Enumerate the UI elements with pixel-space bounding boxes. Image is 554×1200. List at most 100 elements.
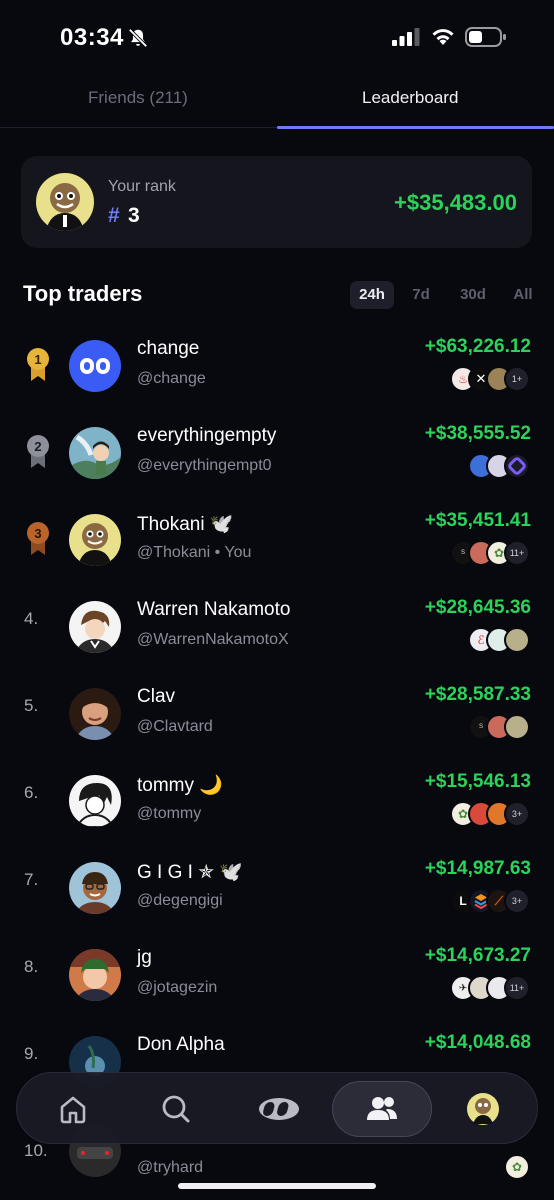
your-rank-number: 3 xyxy=(128,204,140,227)
rank-number: 5. xyxy=(24,696,39,715)
profile-avatar xyxy=(467,1093,499,1125)
token-icon xyxy=(504,453,530,479)
logo-icon xyxy=(259,1098,299,1120)
trader-handle: @tommy xyxy=(137,805,202,822)
token-stack: 11+ ✿ S xyxy=(450,540,530,568)
status-time: 03:34 xyxy=(60,24,124,51)
nav-search[interactable] xyxy=(130,1081,222,1137)
token-icon xyxy=(504,714,530,740)
trader-handle: @degengigi xyxy=(137,892,223,909)
tab-leaderboard[interactable]: Leaderboard xyxy=(362,88,458,108)
token-stack: ℰ xyxy=(468,627,530,655)
trader-name: Warren Nakamoto xyxy=(137,599,291,620)
time-filter: 24h 7d 30d All xyxy=(0,281,554,309)
your-rank-label: Your rank xyxy=(108,178,176,195)
tab-bar: Friends (211) Leaderboard xyxy=(0,76,554,129)
more-tokens-count: 3+ xyxy=(504,888,530,914)
filter-7d[interactable]: 7d xyxy=(406,281,436,309)
token-stack: S xyxy=(468,714,530,742)
trader-handle: @everythingempt0 xyxy=(137,457,272,474)
trader-handle: @tryhard xyxy=(137,1159,204,1176)
rank-number: 7. xyxy=(24,870,39,889)
silver-medal-icon: 2 xyxy=(27,435,49,468)
trader-pnl: +$28,587.33 xyxy=(424,684,531,705)
token-stack: 3+ ⟋ L xyxy=(450,888,530,916)
trader-handle: @jotagezin xyxy=(137,979,218,996)
gold-medal-icon: 1 xyxy=(27,348,49,381)
filter-30d[interactable]: 30d xyxy=(453,281,493,309)
your-avatar xyxy=(36,173,94,231)
trader-avatar xyxy=(69,688,121,740)
home-icon xyxy=(60,1096,86,1124)
trader-handle: @Clavtard xyxy=(137,718,213,735)
cellular-signal-icon xyxy=(392,28,420,46)
token-stack: 3+ ✿ xyxy=(450,801,530,829)
nav-home[interactable] xyxy=(27,1081,119,1137)
trader-pnl: +$35,451.41 xyxy=(424,510,531,531)
svg-text:1: 1 xyxy=(34,352,41,367)
rank-number: 10. xyxy=(24,1141,48,1160)
trader-pnl: +$14,673.27 xyxy=(424,945,531,966)
trader-name: tommy 🌙 xyxy=(137,775,223,796)
more-tokens-count: 11+ xyxy=(504,975,530,1001)
token-icon xyxy=(504,627,530,653)
bottom-nav-bar xyxy=(16,1072,538,1144)
trader-name: G I G I ✯ 🕊️ xyxy=(137,862,244,883)
token-stack xyxy=(468,453,530,481)
trader-row[interactable]: 3 Thokani 🕊️ @Thokani • You +$35,451.41 … xyxy=(0,494,554,581)
rank-number: 4. xyxy=(24,609,39,628)
trader-avatar xyxy=(69,340,121,392)
trader-pnl: +$14,987.63 xyxy=(424,858,531,879)
token-icon: ✿ xyxy=(504,1154,530,1180)
trader-name: everythingempty xyxy=(137,425,277,446)
filter-all[interactable]: All xyxy=(508,281,538,309)
trader-avatar xyxy=(69,862,121,914)
token-stack: ✿ xyxy=(504,1154,530,1182)
bronze-medal-icon: 3 xyxy=(27,522,49,555)
trader-pnl: +$28,645.36 xyxy=(424,597,531,618)
tab-friends[interactable]: Friends (211) xyxy=(88,88,188,108)
filter-24h[interactable]: 24h xyxy=(350,281,394,309)
trader-pnl: +$38,555.52 xyxy=(424,423,531,444)
trader-row[interactable]: 2 everythingempty @everythingempt0 +$38,… xyxy=(0,407,554,494)
trader-name: jg xyxy=(137,947,152,968)
rank-number: 9. xyxy=(24,1044,39,1063)
trader-row[interactable]: 7. G I G I ✯ 🕊️ @degengigi +$14,987.63 3… xyxy=(0,842,554,929)
friends-icon xyxy=(367,1097,397,1120)
bell-slash-icon xyxy=(128,28,148,48)
trader-avatar xyxy=(69,949,121,1001)
more-tokens-count: 3+ xyxy=(504,801,530,827)
svg-text:3: 3 xyxy=(34,526,41,541)
status-bar: 03:34 xyxy=(0,0,554,76)
trader-row[interactable]: 6. tommy 🌙 @tommy +$15,546.13 3+ ✿ xyxy=(0,755,554,842)
trader-name: Thokani 🕊️ xyxy=(137,514,234,535)
trader-pnl: +$14,048.68 xyxy=(424,1032,531,1053)
trader-avatar xyxy=(69,514,121,566)
wifi-icon xyxy=(432,29,454,45)
trader-handle: @WarrenNakamotoX xyxy=(137,631,289,648)
battery-icon xyxy=(465,27,506,47)
nav-friends[interactable] xyxy=(332,1081,432,1137)
trader-handle: @change xyxy=(137,370,206,387)
trader-row[interactable]: 5. Clav @Clavtard +$28,587.33 S xyxy=(0,668,554,755)
trader-name: change xyxy=(137,338,200,359)
trader-pnl: +$15,546.13 xyxy=(424,771,531,792)
trader-row[interactable]: 1 change @change +$63,226.12 1+ ✕ ♨ xyxy=(0,320,554,407)
more-tokens-count: 11+ xyxy=(504,540,530,566)
rank-hash-symbol: # xyxy=(108,204,120,227)
trader-row[interactable]: 4. Warren Nakamoto @WarrenNakamotoX +$28… xyxy=(0,581,554,668)
your-rank-card[interactable]: Your rank # 3 +$35,483.00 xyxy=(21,156,532,248)
rank-number: 6. xyxy=(24,783,39,802)
svg-text:2: 2 xyxy=(34,439,41,454)
trader-name: Clav xyxy=(137,686,176,707)
nav-app-logo[interactable] xyxy=(233,1081,325,1137)
rank-number: 8. xyxy=(24,957,39,976)
your-rank-pnl: +$35,483.00 xyxy=(394,190,517,215)
trader-pnl: +$63,226.12 xyxy=(424,336,531,357)
token-stack: 1+ ✕ ♨ xyxy=(450,366,530,394)
trader-avatar xyxy=(69,775,121,827)
active-tab-indicator xyxy=(277,126,554,129)
nav-profile[interactable] xyxy=(437,1081,529,1137)
trader-row[interactable]: 8. jg @jotagezin +$14,673.27 11+ ✈ xyxy=(0,929,554,1016)
trader-avatar xyxy=(69,427,121,479)
